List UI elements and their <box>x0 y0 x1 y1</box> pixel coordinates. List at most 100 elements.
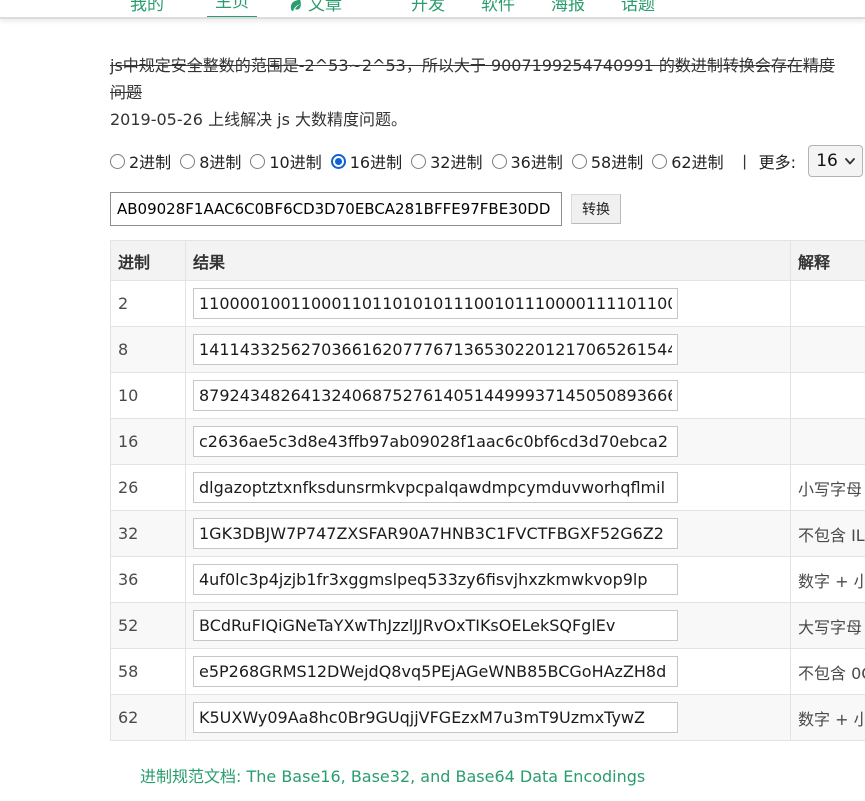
radio-circle-icon <box>491 153 507 169</box>
note-cell <box>790 372 865 419</box>
base-options-row: 2进制 8进制 10进制 16进制 32进制 36进制 58进制 62进制 丨 … <box>110 145 865 177</box>
table-row: 58 不包含 0OlI <box>110 648 865 695</box>
radio-label: 8进制 <box>199 153 242 172</box>
result-cell <box>185 372 791 419</box>
table-row: 32 不包含 ILOU <box>110 510 865 557</box>
table-row: 8 <box>110 326 865 373</box>
header-note: 解释 <box>790 240 865 281</box>
radio-label: 62进制 <box>671 153 724 172</box>
convert-button[interactable]: 转换 <box>571 194 621 224</box>
top-nav: 我的 主页 文章 开发 软件 海报 话题 <box>0 0 865 19</box>
result-input-base-58[interactable] <box>193 656 678 687</box>
base-cell: 32 <box>110 510 186 557</box>
nav-item-home[interactable]: 主页 <box>207 0 257 17</box>
table-row: 62 数字 + 小写字母 + 大写字母 <box>110 694 865 741</box>
result-input-base-26[interactable] <box>193 472 678 503</box>
result-cell <box>185 648 791 695</box>
radio-circle-icon <box>110 153 125 169</box>
base-cell: 62 <box>110 694 186 741</box>
note-cell: 数字 + 小写字母 + 大写字母 <box>790 694 865 741</box>
result-input-base-52[interactable] <box>193 610 678 641</box>
radio-circle-icon <box>411 153 427 169</box>
nav-item-dev[interactable]: 开发 <box>403 0 453 17</box>
base-cell: 36 <box>110 556 186 603</box>
header-base: 进制 <box>110 240 186 281</box>
radio-label: 10进制 <box>269 153 322 172</box>
options-divider: 丨 <box>736 153 753 172</box>
more-label: 更多: <box>758 153 797 172</box>
nav-item-label: 软件 <box>481 0 515 15</box>
result-input-base-32[interactable] <box>193 518 678 549</box>
base-cell: 10 <box>110 372 186 419</box>
top-nav-row: 我的 主页 文章 开发 软件 海报 话题 <box>0 0 865 17</box>
radio-label: 32进制 <box>430 153 483 172</box>
base-cell: 2 <box>110 280 186 327</box>
table-row: 26 小写字母 <box>110 464 865 511</box>
radio-circle-checked-icon <box>330 153 346 169</box>
table-row: 16 <box>110 418 865 465</box>
header-result: 结果 <box>185 240 791 281</box>
radio-circle-icon <box>250 153 266 169</box>
result-input-base-62[interactable] <box>193 702 678 733</box>
nav-item-poster[interactable]: 海报 <box>543 0 593 17</box>
table-row: 36 数字 + 小写字母 <box>110 556 865 603</box>
radio-label: 2进制 <box>129 153 172 172</box>
nav-item-articles[interactable]: 文章 <box>280 0 350 17</box>
nav-item-label: 主页 <box>215 0 249 12</box>
chevron-down-icon <box>844 157 855 164</box>
nav-item-software[interactable]: 软件 <box>473 0 523 17</box>
nav-item-label: 海报 <box>551 0 585 15</box>
base-select-value: 16 <box>816 151 838 171</box>
nav-item-topics[interactable]: 话题 <box>613 0 663 17</box>
result-cell <box>185 556 791 603</box>
radio-base-10[interactable]: 10进制 <box>250 149 322 173</box>
radio-base-32[interactable]: 32进制 <box>411 149 483 173</box>
result-input-base-10[interactable] <box>193 380 678 411</box>
result-cell <box>185 602 791 649</box>
table-row: 10 <box>110 372 865 419</box>
update-note: 2019-05-26 上线解决 js 大数精度问题。 <box>110 110 408 129</box>
radio-circle-icon <box>180 153 196 169</box>
convert-row: 转换 <box>110 192 865 226</box>
result-cell <box>185 464 791 511</box>
results-table: 进制 结果 解释 2 8 10 16 <box>110 240 865 741</box>
result-cell <box>185 694 791 741</box>
result-input-base-2[interactable] <box>193 288 678 319</box>
result-input-base-16[interactable] <box>193 426 678 457</box>
result-cell <box>185 418 791 465</box>
nav-item-label: 开发 <box>411 0 445 15</box>
note-cell: 不包含 ILOU <box>790 510 865 557</box>
note-cell: 数字 + 小写字母 <box>790 556 865 603</box>
radio-base-2[interactable]: 2进制 <box>110 149 171 173</box>
base-select[interactable]: 16 <box>808 145 864 177</box>
result-cell <box>185 280 791 327</box>
note-cell: 不包含 0OlI <box>790 648 865 695</box>
nav-item-label: 文章 <box>308 0 342 15</box>
base-cell: 16 <box>110 418 186 465</box>
note-cell: 大写字母 + 小写字母 <box>790 602 865 649</box>
radio-label: 36进制 <box>510 153 563 172</box>
note-cell: 小写字母 <box>790 464 865 511</box>
base-cell: 26 <box>110 464 186 511</box>
nav-item-1[interactable]: 我的 <box>122 0 172 17</box>
radio-circle-icon <box>571 153 587 169</box>
result-input-base-36[interactable] <box>193 564 678 595</box>
note-cell <box>790 326 865 373</box>
radio-base-16[interactable]: 16进制 <box>330 149 402 173</box>
spec-doc-link[interactable]: 进制规范文档: The Base16, Base32, and Base64 D… <box>140 763 865 787</box>
radio-base-62[interactable]: 62进制 <box>652 149 724 173</box>
table-header-row: 进制 结果 解释 <box>110 240 865 281</box>
base-cell: 52 <box>110 602 186 649</box>
note-cell <box>790 418 865 465</box>
main-content: js中规定安全整数的范围是-2^53~2^53，所以大于 90071992547… <box>0 52 865 801</box>
result-cell <box>185 326 791 373</box>
result-cell <box>185 510 791 557</box>
deprecated-note: js中规定安全整数的范围是-2^53~2^53，所以大于 90071992547… <box>110 56 835 102</box>
nav-item-label: 我的 <box>130 0 164 15</box>
radio-base-36[interactable]: 36进制 <box>491 149 563 173</box>
number-input[interactable] <box>110 192 562 226</box>
intro-text: js中规定安全整数的范围是-2^53~2^53，所以大于 90071992547… <box>110 52 850 133</box>
radio-base-58[interactable]: 58进制 <box>571 149 643 173</box>
radio-base-8[interactable]: 8进制 <box>180 149 241 173</box>
result-input-base-8[interactable] <box>193 334 678 365</box>
